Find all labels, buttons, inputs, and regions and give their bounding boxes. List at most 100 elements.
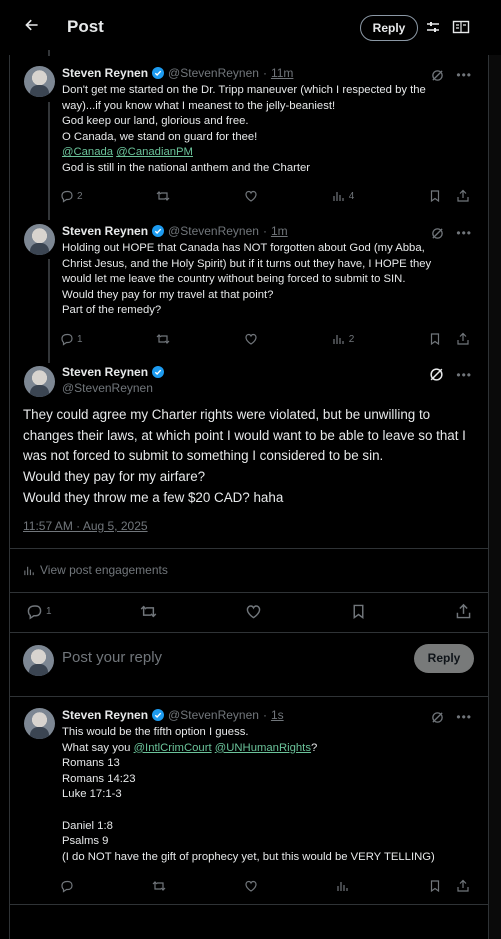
post-line: God is still in the national anthem and … [62, 161, 311, 174]
more-options-icon[interactable]: ••• [456, 68, 472, 82]
sliders-icon[interactable] [425, 19, 441, 35]
share-action[interactable] [455, 603, 472, 620]
share-icon[interactable] [456, 879, 470, 893]
compose-avatar[interactable] [23, 645, 54, 676]
author-handle[interactable]: @StevenReynen [168, 224, 259, 238]
grok-icon[interactable] [431, 227, 444, 240]
share-icon[interactable] [456, 332, 470, 346]
view-engagements-link[interactable]: View post engagements [23, 563, 168, 577]
author-handle[interactable]: @StevenReynen [168, 66, 259, 80]
avatar[interactable] [24, 708, 55, 739]
analytics-icon [24, 566, 34, 575]
more-options-icon[interactable]: ••• [456, 226, 472, 240]
bookmark-icon[interactable] [428, 879, 442, 893]
post-actions: 1 2 [60, 332, 470, 346]
author-handle[interactable]: @StevenReynen [168, 708, 259, 722]
page-title: Post [67, 17, 104, 36]
post-line: was not forced to submit to something I … [23, 448, 384, 464]
post-line: They could agree my Charter rights were … [23, 407, 431, 422]
post-line: Would they pay for my airfare? [23, 469, 206, 485]
post-time[interactable]: 11m [271, 66, 293, 80]
bookmark-icon[interactable] [428, 189, 442, 203]
author-name[interactable]: Steven Reynen [62, 224, 148, 238]
mention-link[interactable]: @IntlCrimCourt [134, 742, 212, 754]
heart-icon [246, 605, 261, 619]
views-action[interactable] [336, 879, 350, 893]
author-handle[interactable]: @StevenReynen [62, 381, 153, 395]
views-icon [333, 335, 344, 344]
repost-icon [152, 881, 166, 891]
post-line: Would they throw me a few $20 CAD? haha [23, 489, 284, 505]
views-action[interactable]: 4 [332, 189, 354, 203]
repost-icon [140, 605, 156, 618]
mention-link[interactable]: @Canada [62, 146, 113, 158]
divider [10, 904, 488, 905]
reply-action[interactable]: 2 [60, 189, 83, 203]
repost-action[interactable] [152, 879, 166, 893]
reader-mode-icon[interactable] [452, 19, 470, 35]
reply-input[interactable]: Post your reply [62, 649, 162, 666]
avatar[interactable] [24, 366, 55, 397]
post-timestamp[interactable]: 11:57 AM · Aug 5, 2025 [23, 519, 148, 533]
avatar[interactable] [24, 224, 55, 255]
reply-post[interactable]: Steven Reynen @StevenReynen · 1s ••• Thi… [10, 706, 488, 902]
repost-action[interactable] [156, 189, 170, 203]
post-line: O Canada, we stand on guard for thee! [62, 130, 258, 143]
post-actions [60, 879, 470, 893]
views-count: 2 [348, 333, 355, 345]
like-action[interactable] [244, 189, 258, 203]
views-icon [333, 192, 344, 201]
scrollbar[interactable] [489, 0, 501, 939]
reply-filter-button[interactable]: Reply [360, 15, 418, 41]
separator-dot: · [262, 224, 267, 238]
post-time[interactable]: 1s [271, 708, 284, 722]
divider [10, 696, 488, 697]
post-body: This would be the fifth option I guess. … [62, 725, 472, 865]
like-action[interactable] [244, 879, 258, 893]
repost-action[interactable] [156, 332, 170, 346]
thread-post-2[interactable]: Steven Reynen @StevenReynen · 1m ••• Hol… [10, 222, 488, 363]
post-line: would let me leave the country without b… [62, 273, 406, 286]
reply-action[interactable]: 1 [26, 603, 52, 620]
post-line: Don't get me started on the Dr. Tripp ma… [62, 84, 426, 96]
repost-icon [156, 334, 170, 344]
avatar[interactable] [24, 66, 55, 97]
reply-count: 1 [46, 606, 52, 617]
verified-badge-icon [152, 225, 165, 237]
author-name[interactable]: Steven Reynen [62, 365, 148, 379]
like-action[interactable] [245, 603, 262, 620]
divider [10, 632, 488, 633]
mention-link[interactable]: @UNHumanRights [215, 742, 311, 754]
bookmark-icon[interactable] [428, 332, 442, 346]
post-time[interactable]: 1m [271, 224, 288, 238]
repost-action[interactable] [140, 603, 157, 620]
post-line: Part of the remedy? [62, 304, 162, 317]
more-options-icon[interactable]: ••• [456, 368, 472, 382]
views-action[interactable]: 2 [332, 332, 355, 346]
thread-connector [48, 50, 50, 56]
author-name[interactable]: Steven Reynen [62, 66, 148, 80]
grok-icon[interactable] [429, 367, 444, 382]
post-actions: 2 4 [60, 189, 470, 203]
grok-icon[interactable] [431, 69, 444, 82]
reply-action[interactable] [60, 879, 74, 893]
reply-submit-button[interactable]: Reply [414, 644, 474, 673]
reply-icon [61, 190, 73, 203]
post-line: God keep our land, glorious and free. [62, 115, 249, 128]
mention-link[interactable]: @CanadianPM [116, 146, 193, 158]
reply-action[interactable]: 1 [60, 332, 83, 346]
post-line: Psalms 9 [62, 835, 109, 848]
grok-icon[interactable] [431, 711, 444, 724]
back-arrow-icon[interactable] [22, 17, 42, 37]
thread-post-1[interactable]: Steven Reynen @StevenReynen · 11m ••• Do… [10, 50, 488, 220]
bookmark-action[interactable] [350, 603, 367, 620]
share-icon[interactable] [456, 189, 470, 203]
reply-count: 2 [77, 190, 83, 202]
heart-icon [245, 190, 257, 202]
separator-dot: · [262, 708, 267, 722]
divider [10, 592, 488, 593]
more-options-icon[interactable]: ••• [456, 710, 472, 724]
like-action[interactable] [244, 332, 258, 346]
author-name[interactable]: Steven Reynen [62, 708, 148, 722]
heart-icon [245, 333, 257, 345]
